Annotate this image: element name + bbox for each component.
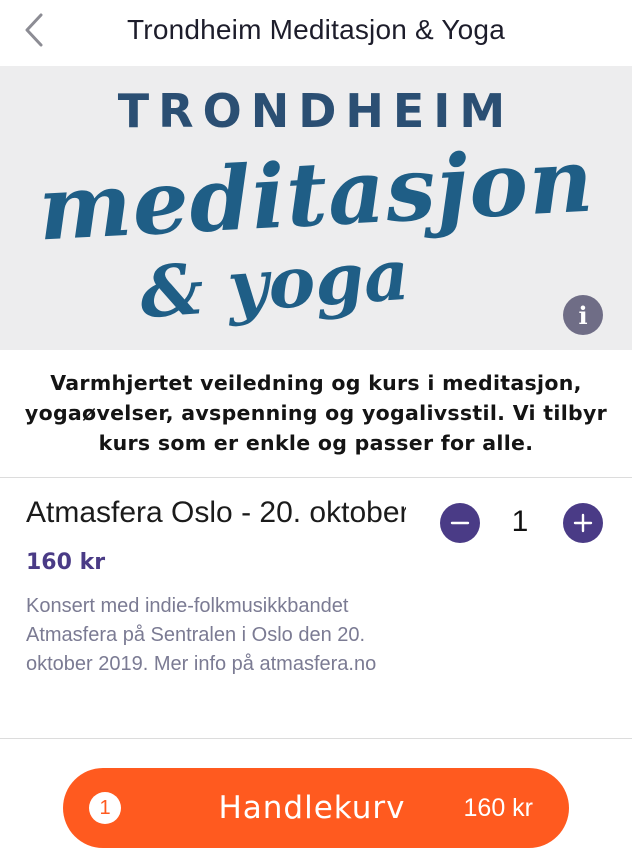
shop-banner: TRONDHEIM meditasjon & yoga i <box>0 66 632 350</box>
info-button[interactable]: i <box>563 295 603 335</box>
top-bar: Trondheim Meditasjon & Yoga <box>0 0 632 66</box>
cart-button[interactable]: 1 Handlekurv 160 kr <box>63 768 569 848</box>
product-name: Atmasfera Oslo - 20. oktober <box>26 496 406 529</box>
quantity-value: 1 <box>511 505 529 538</box>
info-icon: i <box>578 300 588 330</box>
cart-total: 160 kr <box>463 794 533 822</box>
minus-icon <box>450 521 470 525</box>
page-title: Trondheim Meditasjon & Yoga <box>127 14 505 45</box>
plus-icon <box>573 513 593 533</box>
divider <box>0 477 632 478</box>
divider <box>0 738 632 739</box>
increase-quantity-button[interactable] <box>563 503 603 543</box>
decrease-quantity-button[interactable] <box>440 503 480 543</box>
product-price: 160 kr <box>26 550 106 575</box>
logo-text-yoga: & yoga <box>137 232 412 335</box>
product-details: Konsert med indie-folkmusikkbandet Atmas… <box>26 595 377 675</box>
shop-description: Varmhjertet veiledning og kurs i meditas… <box>24 371 608 455</box>
